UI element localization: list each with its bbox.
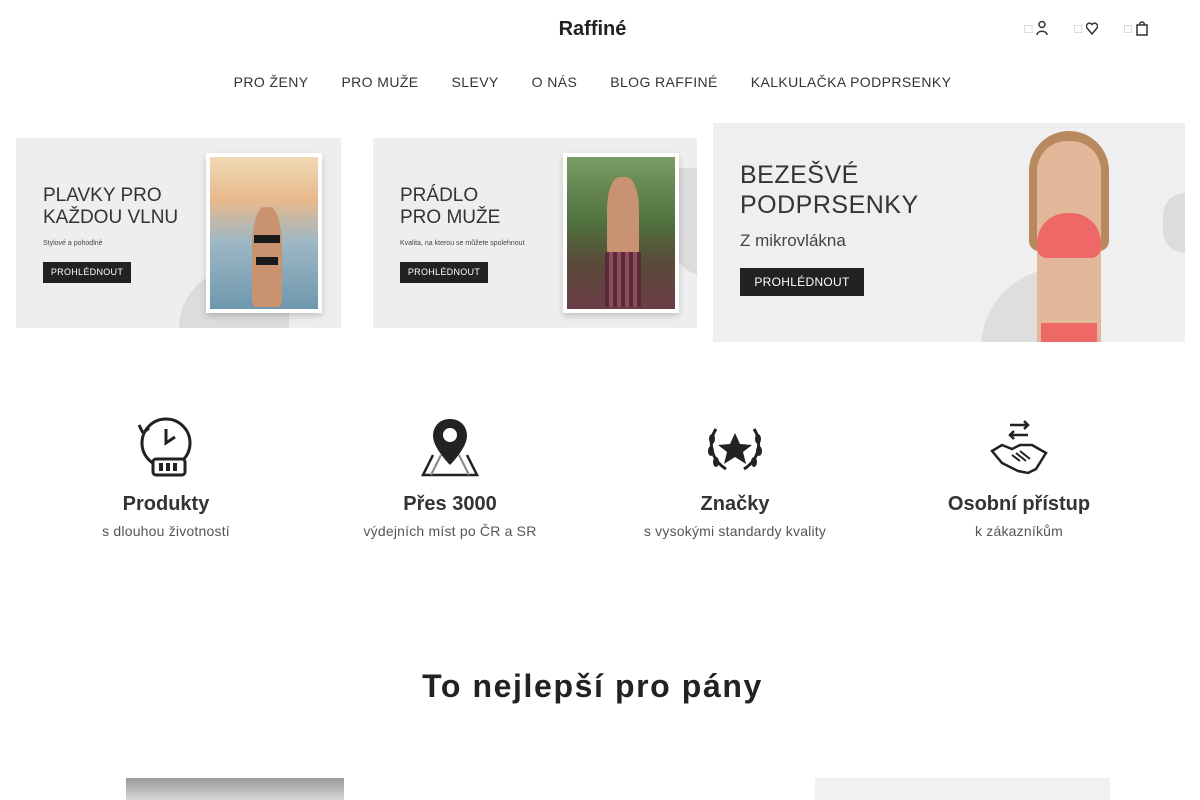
nav-item-men[interactable]: PRO MUŽE <box>341 74 418 90</box>
feature-title: Značky <box>700 493 770 515</box>
feature-durability: Produkty s dlouhou životností <box>24 415 308 539</box>
banner-subtitle: Stylové a pohodlné <box>43 240 103 247</box>
location-pin-icon <box>420 419 480 477</box>
banner-button[interactable]: PROHLÉDNOUT <box>400 262 488 283</box>
feature-brands: Značky s vysokými standardy kvality <box>593 415 877 539</box>
nav-item-about[interactable]: O NÁS <box>532 74 578 90</box>
durability-clock-icon <box>137 417 192 477</box>
banner-title: PLAVKY PRO KAŽDOU VLNU <box>43 185 179 229</box>
site-header: Raffiné □ □ □ <box>0 0 1200 60</box>
handshake-icon <box>990 420 1048 475</box>
header-icons: □ □ □ <box>1024 20 1148 36</box>
brand-logo[interactable]: Raffiné <box>0 18 1185 41</box>
wishlist-icon[interactable]: □ <box>1074 20 1099 36</box>
banner-title: PRÁDLO PRO MUŽE <box>400 185 501 229</box>
laurel-star-icon <box>708 428 762 471</box>
men-underwear-photo <box>563 153 679 313</box>
swimwear-photo <box>206 153 322 313</box>
feature-subtitle: výdejních míst po ČR a SR <box>363 523 537 539</box>
banner-swimwear[interactable]: PLAVKY PRO KAŽDOU VLNU Stylové a pohodln… <box>16 138 341 328</box>
feature-pickup-points: Přes 3000 výdejních míst po ČR a SR <box>308 415 592 539</box>
feature-subtitle: s dlouhou životností <box>102 523 230 539</box>
product-thumbnail[interactable] <box>126 778 344 800</box>
section-title: To nejlepší pro pány <box>422 668 763 704</box>
nav-item-women[interactable]: PRO ŽENY <box>234 74 309 90</box>
feature-title: Produkty <box>122 493 210 515</box>
account-icon[interactable]: □ <box>1024 20 1049 36</box>
main-navigation: PRO ŽENY PRO MUŽE SLEVY O NÁS BLOG RAFFI… <box>0 74 1185 90</box>
product-thumbnail[interactable] <box>815 778 1110 800</box>
nav-item-blog[interactable]: BLOG RAFFINÉ <box>610 74 717 90</box>
model-photo <box>999 123 1139 342</box>
banner-men-underwear[interactable]: PRÁDLO PRO MUŽE Kvalita, na kterou se mů… <box>373 138 697 328</box>
feature-title: Přes 3000 <box>403 493 497 515</box>
banner-seamless-bras[interactable]: BEZEŠVÉ PODPRSENKY Z mikrovlákna PROHLÉD… <box>713 123 1185 342</box>
feature-subtitle: s vysokými standardy kvality <box>643 523 827 539</box>
banner-button[interactable]: PROHLÉDNOUT <box>740 268 864 296</box>
banner-button[interactable]: PROHLÉDNOUT <box>43 262 131 283</box>
feature-subtitle: k zákazníkům <box>975 523 1063 539</box>
nav-item-bra-calculator[interactable]: KALKULAČKA PODPRSENKY <box>751 74 952 90</box>
banner-title: BEZEŠVÉ PODPRSENKY <box>740 161 919 219</box>
nav-item-sale[interactable]: SLEVY <box>452 74 499 90</box>
cart-icon[interactable]: □ <box>1124 20 1148 36</box>
feature-personal-approach: Osobní přístup k zákazníkům <box>877 415 1161 539</box>
feature-title: Osobní přístup <box>947 493 1091 515</box>
banner-subtitle: Z mikrovlákna <box>740 231 846 250</box>
banner-decoration <box>1163 193 1185 253</box>
banner-subtitle: Kvalita, na kterou se můžete spolehnout <box>400 240 525 247</box>
